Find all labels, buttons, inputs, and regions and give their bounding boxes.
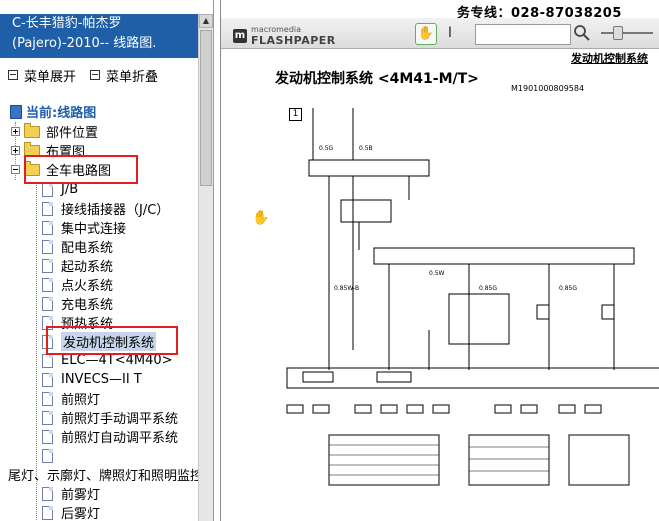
document-title-line1: C-长丰猎豹-帕杰罗 xyxy=(12,16,122,31)
svg-text:0.85G: 0.85G xyxy=(479,285,497,292)
book-icon xyxy=(10,104,22,119)
tree-item-current[interactable]: 当前:线路图 xyxy=(10,102,96,121)
folder-icon xyxy=(24,122,40,138)
menu-controls: 菜单展开 菜单折叠 xyxy=(8,66,158,85)
document-icon xyxy=(42,486,53,501)
tree-item-charging[interactable]: 充电系统 xyxy=(42,294,113,313)
svg-text:0.85G: 0.85G xyxy=(559,285,577,292)
document-title: C-长丰猎豹-帕杰罗 (Pajero)-2010-- 线路图. xyxy=(0,14,198,58)
svg-text:0.5W: 0.5W xyxy=(429,270,445,277)
tree-item-headlamp-manual-level[interactable]: 前照灯手动调平系统 xyxy=(42,408,178,427)
tree-item-power-distribution[interactable]: 配电系统 xyxy=(42,237,113,256)
tree-item-ignition[interactable]: 点火系统 xyxy=(42,275,113,294)
expand-toggle-icon[interactable] xyxy=(11,127,20,136)
document-icon xyxy=(42,201,53,216)
document-icon xyxy=(42,353,53,368)
zoom-slider-track[interactable] xyxy=(601,32,653,34)
scroll-up-arrow-icon[interactable]: ▲ xyxy=(199,14,213,28)
scrollbar-thumb[interactable] xyxy=(200,30,212,186)
expand-menu-button[interactable]: 菜单展开 xyxy=(8,66,76,85)
document-icon xyxy=(42,239,53,254)
tree-item-rear-fog[interactable]: 后雾灯 xyxy=(42,503,100,521)
document-icon xyxy=(42,372,53,387)
highlight-box-engine-control xyxy=(46,326,178,355)
sidebar-scrollbar[interactable]: ▲ xyxy=(198,14,213,521)
expand-toggle-icon[interactable] xyxy=(11,146,20,155)
document-viewer: 务专线：028-87038205 m macromedia FLASHPAPER… xyxy=(220,0,659,521)
wiring-diagram: 0.5G 0.5B 0.85W-B 0.5W 0.85G 0.85G xyxy=(286,108,659,486)
svg-text:0.5G: 0.5G xyxy=(319,145,334,152)
collapse-toggle-icon[interactable] xyxy=(11,165,20,174)
hand-tool-button[interactable]: ✋ xyxy=(415,23,437,45)
tree-item-component-location[interactable]: 部件位置 xyxy=(11,122,98,141)
document-title-line2: (Pajero)-2010-- 线路图. xyxy=(12,36,157,51)
tree-item-tail-lamp[interactable]: 尾灯、示廓灯、牌照灯和照明监控 xyxy=(8,465,203,484)
document-icon xyxy=(42,296,53,311)
tree-item-headlamp-auto-level[interactable]: 前照灯自动调平系统 xyxy=(42,427,178,446)
search-input[interactable] xyxy=(475,24,571,45)
zoom-slider-handle[interactable] xyxy=(613,26,623,40)
tree-item-central-connection[interactable]: 集中式连接 xyxy=(42,218,126,237)
tree-item-jc[interactable]: 接线插接器（J/C） xyxy=(42,199,169,218)
collapse-menu-button[interactable]: 菜单折叠 xyxy=(90,66,158,85)
text-select-tool-button[interactable]: I xyxy=(443,23,457,43)
search-icon[interactable] xyxy=(573,24,591,42)
collapse-icon xyxy=(90,70,101,80)
tree-item-blank[interactable] xyxy=(42,446,61,465)
navigation-panel: C-长丰猎豹-帕杰罗 (Pajero)-2010-- 线路图. 菜单展开 菜单折… xyxy=(0,0,214,521)
tree-item-invecs[interactable]: INVECS—II T xyxy=(42,370,142,389)
document-icon xyxy=(42,258,53,273)
viewer-toolbar: m macromedia FLASHPAPER ✋ I xyxy=(221,18,659,49)
document-icon xyxy=(42,391,53,406)
document-icon xyxy=(42,182,53,197)
svg-text:0.5B: 0.5B xyxy=(359,145,373,152)
expand-icon xyxy=(8,70,18,80)
document-icon xyxy=(42,448,53,463)
tree-item-starting[interactable]: 起动系统 xyxy=(42,256,113,275)
tree-item-front-fog[interactable]: 前雾灯 xyxy=(42,484,100,503)
svg-text:0.85W-B: 0.85W-B xyxy=(334,285,359,292)
tree-item-headlamp[interactable]: 前照灯 xyxy=(42,389,100,408)
highlight-box-full-wiring xyxy=(24,155,138,184)
document-icon xyxy=(42,410,53,425)
document-icon xyxy=(42,429,53,444)
document-icon xyxy=(42,277,53,292)
document-icon xyxy=(42,505,53,520)
document-icon xyxy=(42,220,53,235)
flashpaper-logo: m macromedia FLASHPAPER xyxy=(233,25,336,47)
document-page: 发动机控制系统 发动机控制系统 <4M41-M/T> M190100080958… xyxy=(229,50,659,521)
macromedia-logo-icon: m xyxy=(233,28,247,43)
